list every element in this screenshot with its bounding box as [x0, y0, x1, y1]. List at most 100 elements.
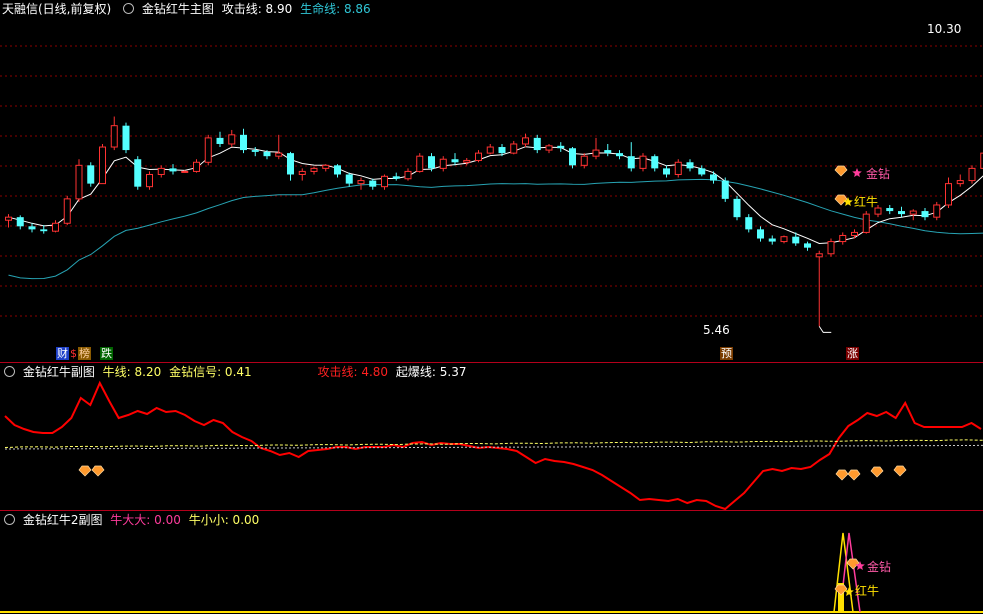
- gold-diamond-icon: [848, 470, 860, 480]
- candle-body-down: [264, 152, 271, 156]
- candle-body-up: [523, 138, 529, 144]
- candle-body-up: [64, 199, 70, 223]
- candle-body-down: [217, 138, 224, 144]
- candle-body-down: [252, 150, 259, 152]
- finance-tag[interactable]: 财: [56, 347, 69, 360]
- sub-chart-2-pane[interactable]: 金钻红牛2副图 牛大大: 0.00 牛小小: 0.00 金钻 红牛: [0, 510, 983, 614]
- sub1-indicator-name[interactable]: 金钻红牛副图: [23, 365, 95, 379]
- sub1-line-chart[interactable]: [0, 363, 983, 511]
- main-header: 天融信(日线,前复权) 金钻红牛主图 攻击线: 8.90 生命线: 8.86: [0, 0, 375, 18]
- life-line: [9, 156, 983, 278]
- candle-body-up: [405, 171, 411, 178]
- candle-body-down: [369, 181, 376, 187]
- rank-tag[interactable]: 榜: [78, 347, 91, 360]
- candle-body-up: [840, 235, 846, 241]
- sub2-red-bull-signal: 红牛: [855, 582, 879, 599]
- sub-chart-1-pane[interactable]: 金钻红牛副图 牛线: 8.20 金钻信号: 0.41 攻击线: 4.80 起爆线…: [0, 362, 983, 511]
- gold-diamond-signal: 金钻: [866, 165, 890, 182]
- main-indicator-name[interactable]: 金钻红牛主图: [142, 2, 214, 16]
- candle-body-up: [946, 184, 952, 205]
- main-chart-pane[interactable]: 天融信(日线,前复权) 金钻红牛主图 攻击线: 8.90 生命线: 8.86 1…: [0, 0, 983, 362]
- fall-tag[interactable]: 跌: [100, 347, 113, 360]
- candle-body-down: [734, 199, 741, 217]
- candle-body-up: [934, 205, 940, 217]
- candle-body-down: [616, 153, 623, 156]
- candle-body-up: [311, 168, 317, 171]
- candle-body-down: [745, 217, 752, 229]
- gold-signal-label: 金钻信号: 0.41: [169, 365, 252, 379]
- pink-star-icon: [852, 168, 862, 177]
- sub2-indicator-name[interactable]: 金钻红牛2副图: [23, 513, 103, 527]
- candle-body-down: [604, 150, 611, 153]
- gold-diamond-icon: [847, 559, 859, 569]
- candlestick-chart[interactable]: [0, 0, 983, 362]
- candle-body-up: [675, 162, 681, 174]
- candle-body-down: [123, 126, 130, 150]
- candle-body-down: [287, 153, 294, 174]
- candle-body-down: [663, 168, 670, 174]
- candle-body-up: [158, 168, 164, 174]
- sub1-header: 金钻红牛副图 牛线: 8.20 金钻信号: 0.41 攻击线: 4.80 起爆线…: [0, 363, 470, 381]
- candle-body-down: [769, 239, 776, 242]
- candle-body-up: [957, 181, 963, 184]
- attack-line: [9, 56, 983, 243]
- low-price-label: 5.46: [703, 323, 730, 337]
- candle-body-up: [476, 153, 482, 160]
- candle-body-up: [852, 232, 858, 235]
- candle-body-down: [499, 147, 506, 153]
- candle-body-down: [240, 135, 247, 150]
- candle-body-down: [134, 159, 141, 186]
- candle-body-up: [781, 237, 787, 242]
- indicator-toggle-icon[interactable]: [4, 514, 15, 525]
- candle-body-down: [898, 211, 905, 214]
- gold-diamond-icon: [92, 466, 104, 476]
- small-bull-label: 牛小小: 0.00: [189, 513, 260, 527]
- candle-body-up: [358, 181, 364, 184]
- candle-body-up: [863, 214, 869, 232]
- bull-line-label: 牛线: 8.20: [103, 365, 162, 379]
- candle-body-down: [628, 156, 635, 168]
- high-price-label: 10.30: [927, 22, 961, 36]
- candle-body-down: [346, 174, 353, 183]
- candle-body-up: [487, 147, 493, 153]
- candle-body-down: [393, 176, 400, 178]
- candle-body-up: [53, 223, 59, 231]
- candle-body-up: [182, 171, 188, 172]
- candle-body-up: [440, 159, 446, 168]
- candle-body-down: [534, 138, 541, 150]
- candle-body-down: [804, 243, 811, 247]
- gold-diamond-icon: [835, 166, 847, 176]
- candle-body-up: [417, 156, 423, 171]
- sub2-gold-diamond-signal: 金钻: [867, 558, 891, 575]
- indicator-toggle-icon[interactable]: [4, 366, 15, 377]
- candle-body-down: [452, 159, 459, 162]
- dollar-tag[interactable]: $: [69, 347, 78, 360]
- candle-body-up: [969, 168, 975, 180]
- candle-body-up: [910, 211, 916, 214]
- candle-body-up: [229, 135, 235, 144]
- candle-body-down: [557, 146, 564, 148]
- burst-line-label: 起爆线: 5.37: [396, 365, 467, 379]
- candle-body-down: [922, 211, 929, 217]
- candle-body-up: [464, 160, 470, 162]
- candle-body-down: [87, 165, 94, 183]
- red-bull-signal: 红牛: [854, 193, 878, 210]
- candle-body-up: [640, 156, 646, 168]
- indicator-toggle-icon[interactable]: [123, 3, 134, 14]
- candle-body-up: [816, 254, 822, 257]
- rise-tag[interactable]: 涨: [846, 347, 859, 360]
- candle-body-up: [111, 126, 117, 147]
- sub2-header: 金钻红牛2副图 牛大大: 0.00 牛小小: 0.00: [0, 511, 263, 529]
- gold-diamond-icon: [79, 466, 91, 476]
- forecast-tag[interactable]: 预: [720, 347, 733, 360]
- candle-body-up: [6, 217, 12, 220]
- candle-body-up: [382, 176, 388, 186]
- candle-body-up: [100, 147, 106, 184]
- low-marker: [819, 326, 831, 332]
- candle-body-up: [205, 138, 211, 162]
- candle-body-up: [147, 174, 153, 186]
- candle-body-down: [40, 229, 47, 231]
- candle-body-up: [511, 144, 517, 153]
- candle-body-down: [792, 237, 799, 244]
- candle-body-up: [299, 171, 305, 174]
